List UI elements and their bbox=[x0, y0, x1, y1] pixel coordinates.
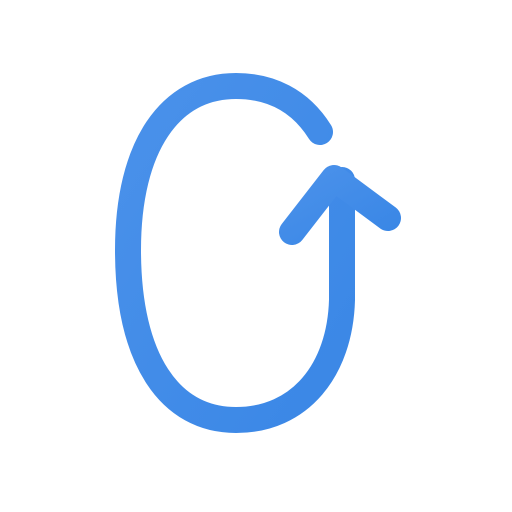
rotate-arrow-svg bbox=[115, 73, 401, 433]
rotate-arrow-icon bbox=[0, 0, 512, 512]
icon-canvas bbox=[0, 0, 512, 512]
loop-stroke bbox=[115, 73, 355, 433]
